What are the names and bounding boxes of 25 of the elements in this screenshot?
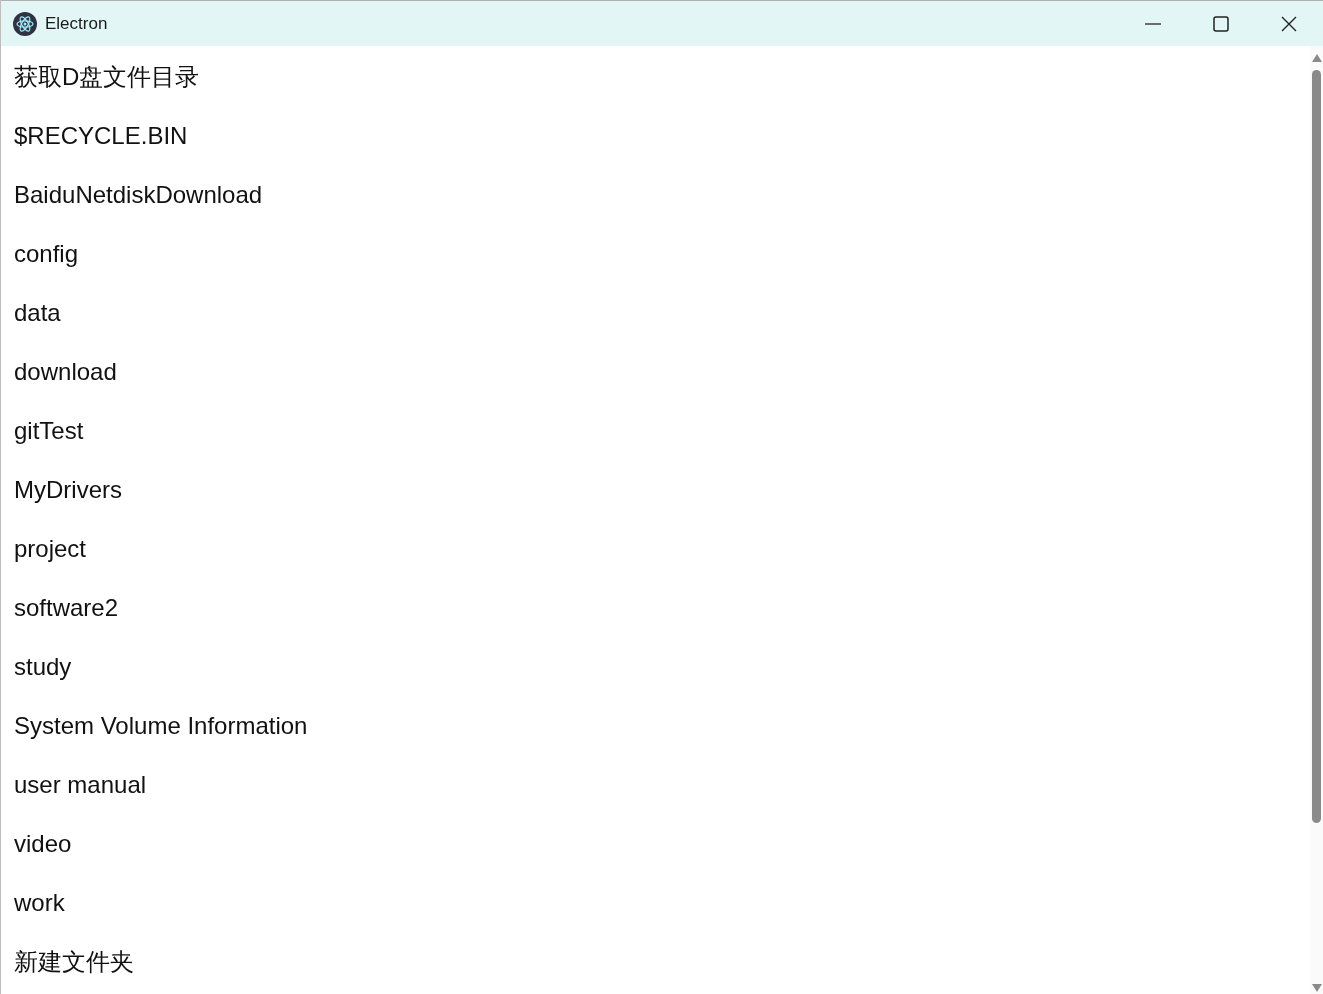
folder-name: 新建文件夹 — [14, 946, 134, 977]
folder-name: software2 — [14, 592, 119, 623]
folder-name: project — [14, 533, 87, 564]
folder-name: config — [14, 238, 79, 269]
atom-logo-icon — [13, 11, 37, 36]
scrollbar-thumb[interactable] — [1312, 70, 1321, 823]
folder-name: user manual — [14, 769, 147, 800]
scroll-up-arrow-icon[interactable] — [1311, 54, 1322, 62]
folder-name: System Volume Information — [14, 710, 308, 741]
folder-name: download — [14, 356, 117, 387]
folder-name: MyDrivers — [14, 474, 122, 505]
folder-name: study — [14, 651, 72, 682]
folder-name: gitTest — [14, 415, 84, 446]
scroll-down-arrow-icon[interactable] — [1311, 984, 1322, 992]
folder-name: work — [14, 887, 65, 918]
page-heading: 获取D盘文件目录 — [14, 61, 200, 92]
close-icon — [1281, 15, 1297, 32]
folder-name: video — [14, 828, 72, 859]
minimize-icon — [1145, 22, 1161, 25]
folder-name: $RECYCLE.BIN — [14, 120, 188, 151]
maximize-icon — [1213, 15, 1229, 32]
folder-name: BaiduNetdiskDownload — [14, 179, 263, 210]
window-title: Electron — [45, 12, 108, 35]
folder-name: data — [14, 297, 61, 328]
scrollbar[interactable] — [1310, 46, 1323, 994]
